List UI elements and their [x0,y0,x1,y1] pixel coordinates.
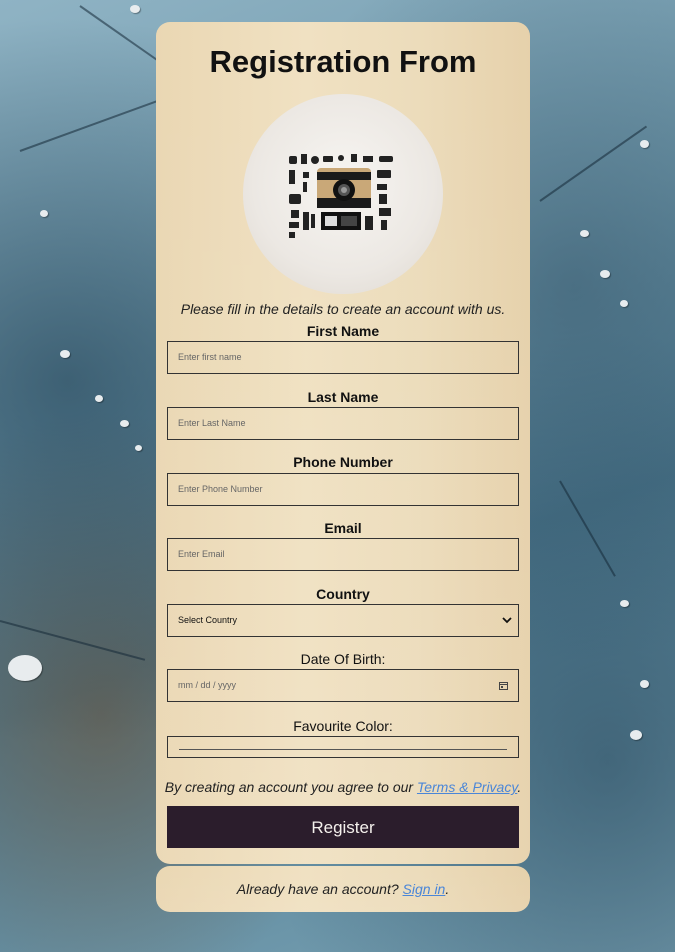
background-pebble [40,210,48,217]
camera-icon [289,154,393,238]
background-pebble [620,600,629,607]
page-title: Registration From [209,44,477,79]
terms-notice: By creating an account you agree to our … [156,779,530,795]
last-name-input[interactable]: Enter Last Name [167,407,519,440]
background-pebble [135,445,142,451]
country-label: Country [316,586,370,602]
dob-placeholder: mm / dd / yyyy [178,680,237,690]
terms-end: . [517,779,522,795]
first-name-label: First Name [306,323,380,339]
background-pebble [8,655,42,681]
register-button[interactable]: Register [167,806,519,848]
dob-label: Date Of Birth: [300,651,386,667]
form-description: Please fill in the details to create an … [180,301,506,317]
background-pebble [60,350,70,358]
email-placeholder: Enter Email [178,549,225,559]
phone-label: Phone Number [293,454,393,470]
signin-card: Already have an account? Sign in. [156,866,530,912]
registration-card: Registration From Please fill in the det… [156,22,530,864]
last-name-placeholder: Enter Last Name [178,418,246,428]
background-pebble [620,300,628,307]
color-label: Favourite Color: [293,718,393,734]
last-name-label: Last Name [307,389,379,405]
phone-placeholder: Enter Phone Number [178,484,263,494]
background-crack [19,95,171,152]
email-input[interactable]: Enter Email [167,538,519,571]
country-select[interactable]: Select Country [167,604,519,637]
background-pebble [600,270,610,278]
background-pebble [630,730,642,740]
background-pebble [580,230,589,237]
background-pebble [640,140,649,148]
chevron-down-icon [502,617,512,624]
background-crack [539,125,648,202]
background-pebble [120,420,129,427]
favourite-color-input[interactable] [167,736,519,758]
terms-text: By creating an account you agree to our [164,779,417,795]
email-label: Email [324,520,362,536]
signin-end: . [445,881,450,897]
dob-input[interactable]: mm / dd / yyyy [167,669,519,702]
color-swatch [179,749,507,750]
country-selected-value: Select Country [178,615,238,625]
first-name-placeholder: Enter first name [178,352,242,362]
background-pebble [640,680,649,688]
terms-link[interactable]: Terms & Privacy [417,779,517,795]
signin-text: Already have an account? [236,881,403,897]
background-pebble [95,395,103,402]
signin-link[interactable]: Sign in [403,881,446,897]
phone-input[interactable]: Enter Phone Number [167,473,519,506]
camera-flatlay-image [243,94,443,294]
signin-notice: Already have an account? Sign in. [156,881,530,897]
first-name-input[interactable]: Enter first name [167,341,519,374]
calendar-icon[interactable] [499,681,508,690]
background-pebble [130,5,140,13]
background-crack [559,480,616,577]
